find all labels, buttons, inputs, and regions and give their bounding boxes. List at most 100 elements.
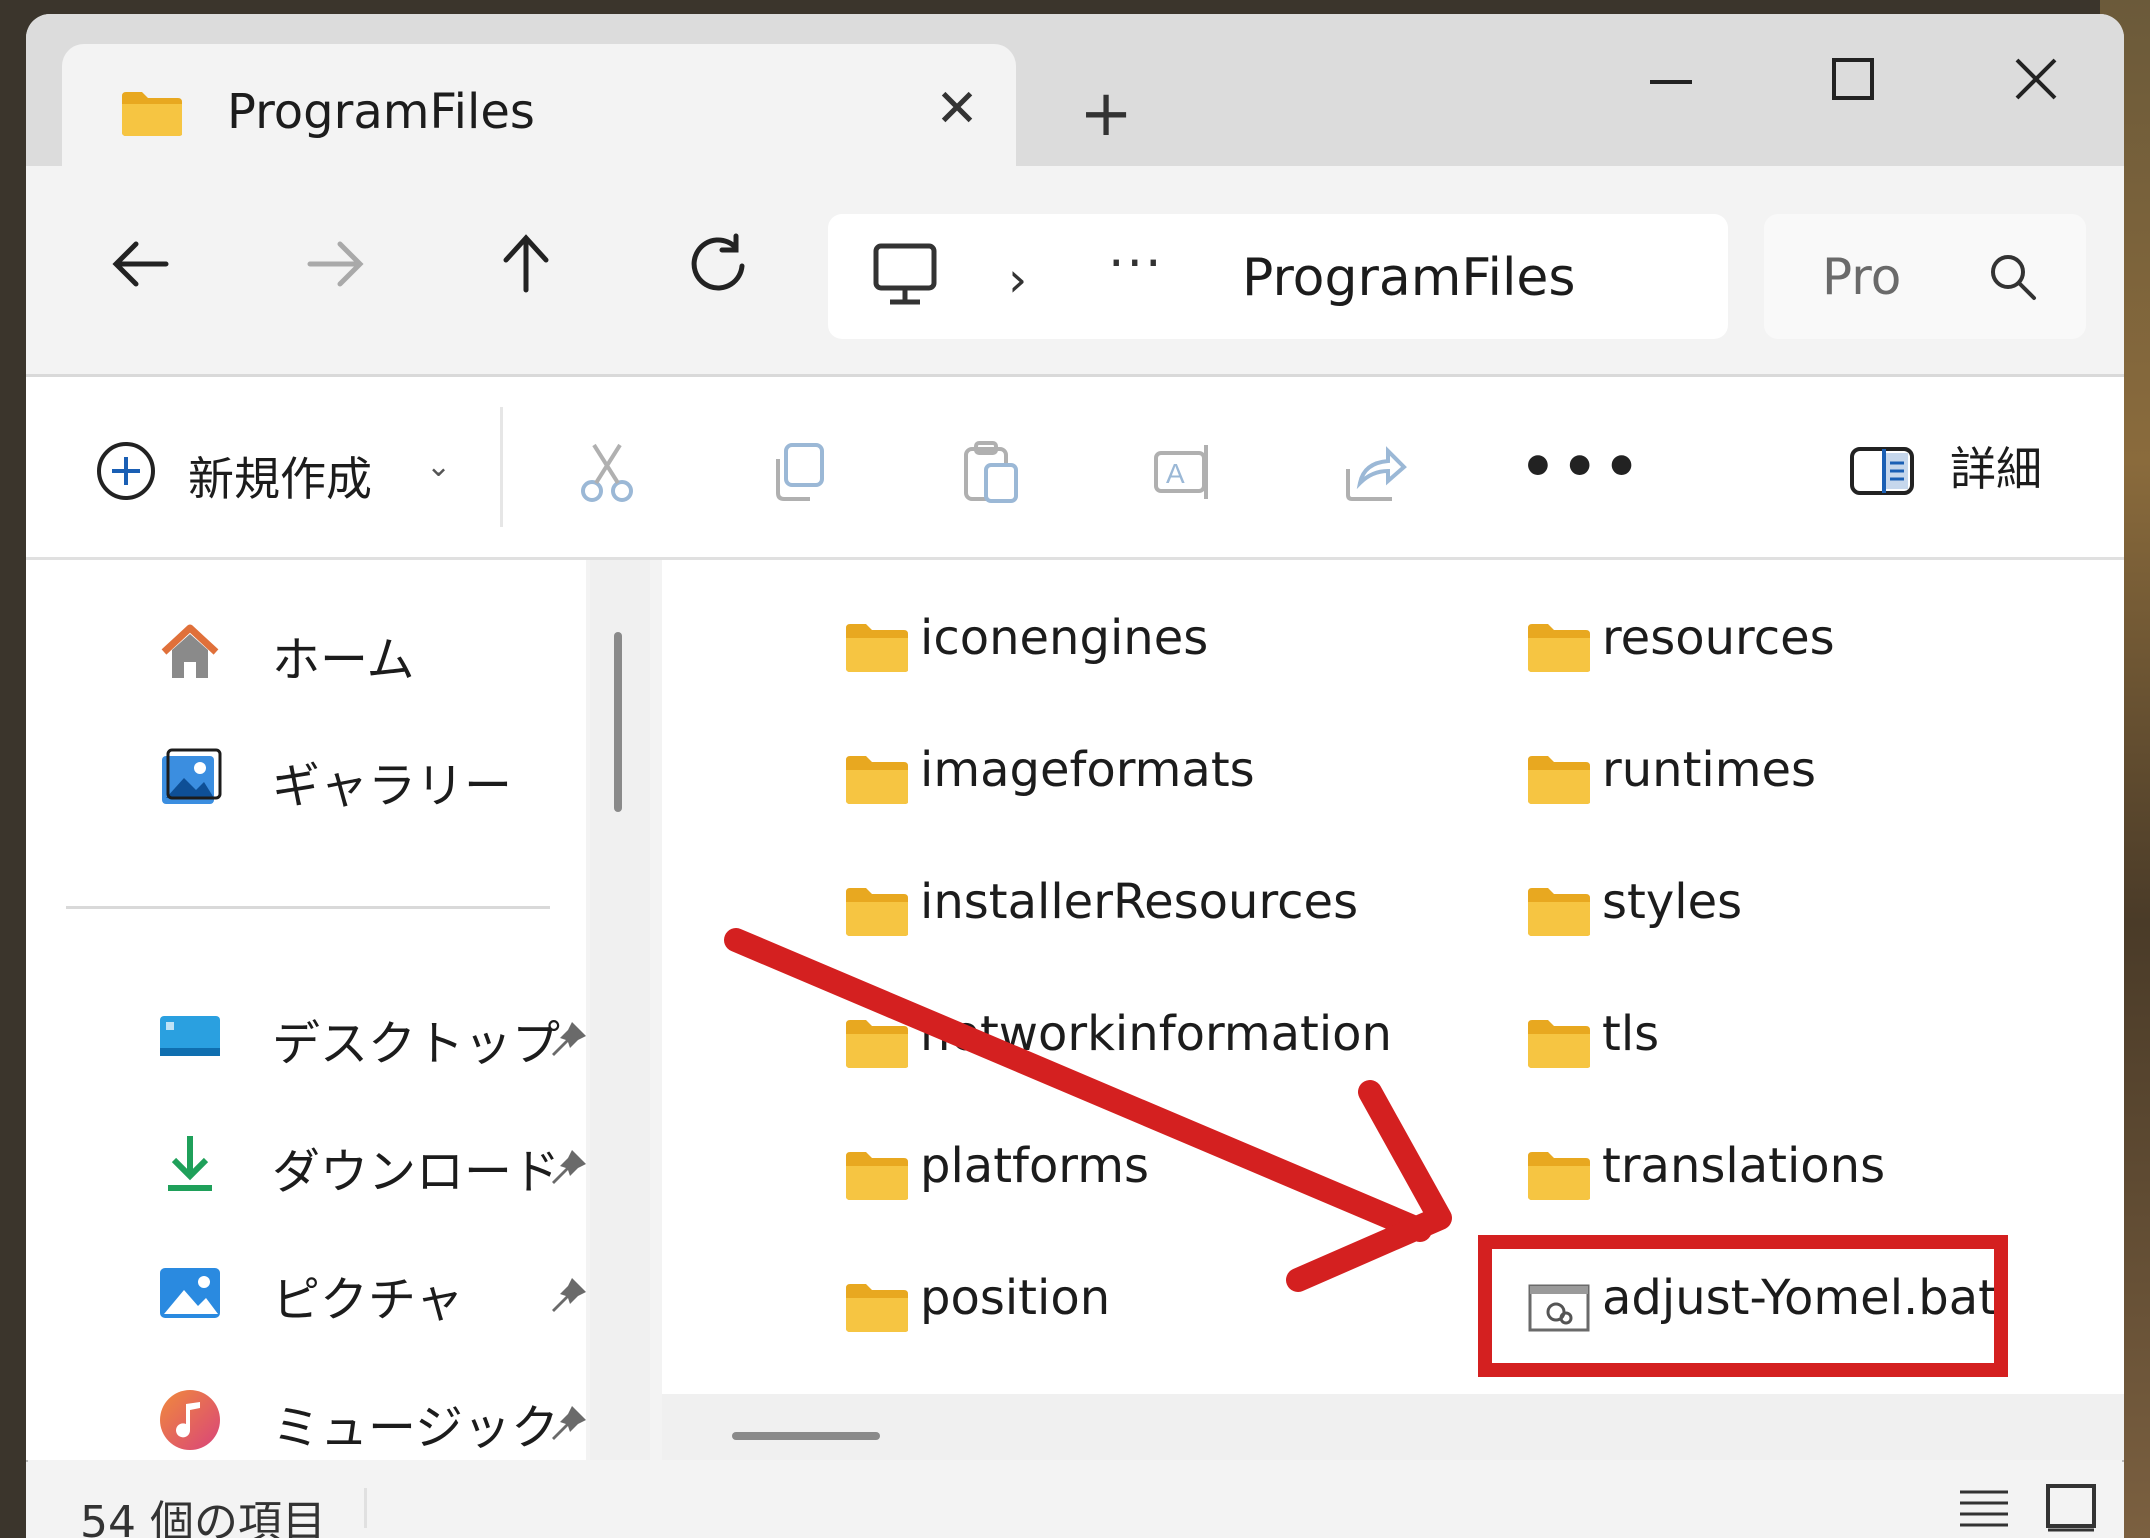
sidebar-item-downloads[interactable]: ダウンロード xyxy=(158,1124,586,1204)
svg-text:A: A xyxy=(1166,458,1185,489)
sidebar-item-gallery[interactable]: ギャラリー xyxy=(158,738,578,818)
list-item[interactable]: runtimes xyxy=(1526,736,2124,816)
more-options-icon[interactable]: ••• xyxy=(1520,435,1645,500)
title-bar: ProgramFiles ✕ + xyxy=(26,14,2124,166)
list-item[interactable]: installerResources xyxy=(844,868,1464,948)
sidebar-item-label: ピクチャ xyxy=(272,1272,464,1328)
music-icon xyxy=(160,1390,220,1450)
folder-icon xyxy=(846,1020,908,1068)
details-view-icon[interactable] xyxy=(1956,1486,2012,1532)
file-name: installerResources xyxy=(920,874,1359,930)
desktop-icon xyxy=(160,1016,220,1056)
highlight-box xyxy=(1478,1235,2008,1377)
list-item[interactable]: imageformats xyxy=(844,736,1464,816)
list-item[interactable]: styles xyxy=(1526,868,2124,948)
file-name: position xyxy=(920,1270,1111,1326)
pin-icon[interactable] xyxy=(548,1402,590,1444)
folder-icon xyxy=(846,624,908,672)
up-arrow-icon[interactable] xyxy=(486,224,566,304)
item-count: 54 個の項目 xyxy=(80,1497,326,1538)
navigation-pane: ホーム ギャラリー デスクトップ ダウンロード ピクチャ ミュージック xyxy=(26,560,586,1460)
search-input[interactable]: Pro xyxy=(1764,214,2086,339)
sidebar-item-pictures[interactable]: ピクチャ xyxy=(158,1252,586,1332)
cut-icon[interactable] xyxy=(574,439,640,505)
folder-icon xyxy=(846,756,908,804)
list-item[interactable]: platforms xyxy=(844,1132,1464,1212)
folder-icon xyxy=(846,1284,908,1332)
sidebar-item-music[interactable]: ミュージック xyxy=(158,1380,586,1460)
folder-icon xyxy=(1528,1152,1590,1200)
details-button-label[interactable]: 詳細 xyxy=(1950,433,2042,499)
address-bar[interactable]: › ··· ProgramFiles xyxy=(828,214,1728,339)
minimize-icon[interactable] xyxy=(1626,46,1716,116)
paste-icon[interactable] xyxy=(958,439,1024,505)
large-icons-view-icon[interactable] xyxy=(2044,1482,2098,1534)
new-button-label: 新規作成 xyxy=(188,452,372,506)
close-icon[interactable] xyxy=(1991,46,2081,116)
sidebar-item-label: デスクトップ xyxy=(272,1016,561,1072)
this-pc-icon xyxy=(873,243,937,305)
status-divider xyxy=(364,1488,367,1528)
share-icon[interactable] xyxy=(1342,439,1408,505)
download-icon xyxy=(168,1136,212,1191)
refresh-icon[interactable] xyxy=(678,224,758,304)
sidebar-item-label: ダウンロード xyxy=(272,1144,561,1200)
folder-icon xyxy=(846,1152,908,1200)
list-item[interactable]: translations xyxy=(1526,1132,2124,1212)
folder-icon xyxy=(846,888,908,936)
sidebar-item-label: ホーム xyxy=(272,632,415,688)
command-bar: 新規作成 ⌄ A ••• 詳細 xyxy=(26,377,2124,560)
sidebar-scrollbar-thumb[interactable] xyxy=(614,632,622,812)
plus-circle-icon xyxy=(97,442,155,500)
file-name: tls xyxy=(1602,1006,1660,1062)
file-name: runtimes xyxy=(1602,742,1817,798)
file-name: resources xyxy=(1602,610,1835,666)
breadcrumb-current-folder[interactable]: ProgramFiles xyxy=(1242,248,1576,308)
rename-icon[interactable]: A xyxy=(1150,439,1216,505)
toolbar-divider xyxy=(500,407,503,527)
file-name: networkinformation xyxy=(920,1006,1392,1062)
sidebar-item-home[interactable]: ホーム xyxy=(158,612,578,692)
sidebar-item-desktop[interactable]: デスクトップ xyxy=(158,996,586,1076)
maximize-icon[interactable] xyxy=(1808,46,1898,116)
list-item[interactable]: tls xyxy=(1526,1000,2124,1080)
list-item[interactable]: resources xyxy=(1526,604,2124,684)
new-tab-icon[interactable]: + xyxy=(1076,82,1136,146)
file-name: imageformats xyxy=(920,742,1255,798)
list-item[interactable]: position xyxy=(844,1264,1464,1344)
tab-close-icon[interactable]: ✕ xyxy=(932,83,982,135)
sidebar-divider xyxy=(66,906,550,909)
pictures-icon xyxy=(160,1268,220,1318)
tab-programfiles[interactable]: ProgramFiles ✕ xyxy=(62,44,1016,166)
folder-icon xyxy=(1528,1020,1590,1068)
file-name: iconengines xyxy=(920,610,1209,666)
folder-icon xyxy=(1528,888,1590,936)
copy-icon[interactable] xyxy=(766,439,832,505)
breadcrumb-chevron-icon[interactable]: › xyxy=(1008,252,1027,308)
back-arrow-icon[interactable] xyxy=(102,224,182,304)
file-name: styles xyxy=(1602,874,1743,930)
list-item[interactable]: networkinformation xyxy=(844,1000,1464,1080)
forward-arrow-icon[interactable] xyxy=(294,224,374,304)
sidebar-scrollbar[interactable] xyxy=(590,560,650,1460)
status-bar: 54 個の項目 xyxy=(26,1462,2124,1538)
pin-icon[interactable] xyxy=(548,1274,590,1316)
tab-title: ProgramFiles xyxy=(227,84,535,140)
sidebar-item-label: ミュージック xyxy=(272,1400,560,1456)
search-icon[interactable] xyxy=(1984,248,2042,306)
gallery-icon xyxy=(162,748,222,804)
sidebar-item-label: ギャラリー xyxy=(272,758,513,814)
search-text: Pro xyxy=(1822,248,1902,306)
file-name: translations xyxy=(1602,1138,1886,1194)
details-pane-icon[interactable] xyxy=(1848,445,1916,497)
list-item[interactable]: iconengines xyxy=(844,604,1464,684)
pin-icon[interactable] xyxy=(548,1146,590,1188)
navigation-bar: › ··· ProgramFiles Pro xyxy=(26,166,2124,377)
folder-icon xyxy=(122,92,182,136)
home-icon xyxy=(161,624,219,678)
breadcrumb-more-icon[interactable]: ··· xyxy=(1108,234,1164,294)
pin-icon[interactable] xyxy=(548,1018,590,1060)
horizontal-scrollbar[interactable] xyxy=(662,1394,2124,1460)
file-name: platforms xyxy=(920,1138,1149,1194)
horizontal-scrollbar-thumb[interactable] xyxy=(732,1432,880,1440)
